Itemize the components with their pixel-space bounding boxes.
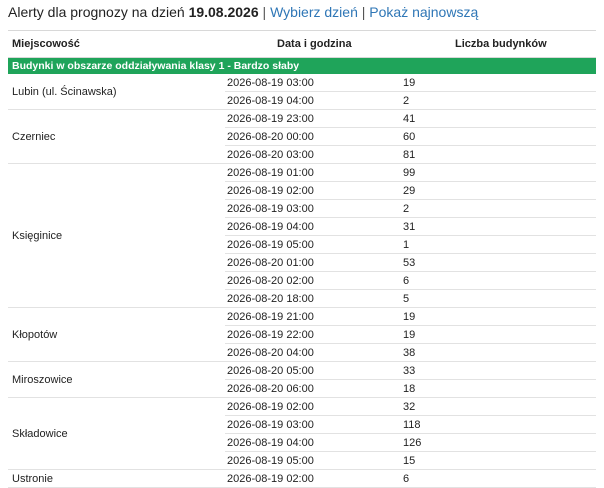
alerts-table: Miejscowość Data i godzina Liczba budynk… bbox=[8, 30, 596, 488]
separator: | bbox=[262, 4, 267, 20]
table-row: Składowice 2026-08-19 02:00 32 bbox=[8, 397, 596, 470]
choose-day-link[interactable]: Wybierz dzień bbox=[270, 4, 358, 20]
place-cell: Lubin (ul. Ścinawska) bbox=[8, 74, 225, 110]
table-row: Kłopotów 2026-08-19 21:00 19 bbox=[8, 307, 596, 362]
datetime-cell: 2026-08-19 04:00 bbox=[225, 91, 403, 110]
buildings-count-cell: 6 bbox=[403, 469, 596, 488]
table-row: Księginice 2026-08-19 01:00 99 bbox=[8, 163, 596, 308]
header-prefix: Alerty dla prognozy na dzień bbox=[8, 4, 185, 20]
table-row: Miroszowice 2026-08-20 05:00 33 bbox=[8, 361, 596, 398]
buildings-count-cell: 126 bbox=[403, 433, 596, 452]
buildings-count-cell: 32 bbox=[403, 397, 596, 416]
table-row: Czerniec 2026-08-19 23:00 41 bbox=[8, 109, 596, 164]
datetime-cell: 2026-08-19 03:00 bbox=[225, 74, 403, 92]
datetime-cell: 2026-08-20 01:00 bbox=[225, 253, 403, 272]
datetime-cell: 2026-08-20 00:00 bbox=[225, 127, 403, 146]
datetime-cell: 2026-08-20 05:00 bbox=[225, 361, 403, 380]
datetime-cell: 2026-08-19 02:00 bbox=[225, 181, 403, 200]
column-header-place: Miejscowość bbox=[8, 30, 225, 58]
table-row: Ustronie 2026-08-19 02:00 6 bbox=[8, 469, 596, 488]
class-row: Budynki w obszarze oddziaływania klasy 1… bbox=[8, 57, 596, 74]
buildings-count-cell: 5 bbox=[403, 289, 596, 308]
buildings-count-cell: 41 bbox=[403, 109, 596, 128]
datetime-cell: 2026-08-20 18:00 bbox=[225, 289, 403, 308]
buildings-count-cell: 15 bbox=[403, 451, 596, 470]
datetime-cell: 2026-08-20 06:00 bbox=[225, 379, 403, 398]
datetime-cell: 2026-08-19 01:00 bbox=[225, 163, 403, 182]
column-header-buildings: Liczba budynków bbox=[403, 30, 596, 58]
place-cell: Miroszowice bbox=[8, 361, 225, 398]
datetime-cell: 2026-08-20 04:00 bbox=[225, 343, 403, 362]
buildings-count-cell: 18 bbox=[403, 379, 596, 398]
table-row: Lubin (ul. Ścinawska) 2026-08-19 03:00 19 bbox=[8, 74, 596, 110]
datetime-cell: 2026-08-19 04:00 bbox=[225, 217, 403, 236]
place-cell: Ustronie bbox=[8, 469, 225, 488]
datetime-cell: 2026-08-19 05:00 bbox=[225, 451, 403, 470]
buildings-count-cell: 2 bbox=[403, 199, 596, 218]
place-cell: Księginice bbox=[8, 163, 225, 308]
datetime-cell: 2026-08-19 02:00 bbox=[225, 469, 403, 488]
table-body: Budynki w obszarze oddziaływania klasy 1… bbox=[8, 57, 596, 488]
datetime-cell: 2026-08-19 03:00 bbox=[225, 415, 403, 434]
buildings-count-cell: 99 bbox=[403, 163, 596, 182]
buildings-count-cell: 2 bbox=[403, 91, 596, 110]
datetime-cell: 2026-08-19 22:00 bbox=[225, 325, 403, 344]
page-header: Alerty dla prognozy na dzień 19.08.2026 … bbox=[8, 3, 478, 21]
buildings-count-cell: 60 bbox=[403, 127, 596, 146]
datetime-cell: 2026-08-19 04:00 bbox=[225, 433, 403, 452]
class-label: Budynki w obszarze oddziaływania klasy 1… bbox=[8, 57, 596, 74]
datetime-cell: 2026-08-20 02:00 bbox=[225, 271, 403, 290]
buildings-count-cell: 31 bbox=[403, 217, 596, 236]
buildings-count-cell: 118 bbox=[403, 415, 596, 434]
forecast-date: 19.08.2026 bbox=[188, 4, 259, 20]
place-cell: Kłopotów bbox=[8, 307, 225, 362]
buildings-count-cell: 33 bbox=[403, 361, 596, 380]
separator: | bbox=[361, 4, 366, 20]
buildings-count-cell: 6 bbox=[403, 271, 596, 290]
buildings-count-cell: 29 bbox=[403, 181, 596, 200]
datetime-cell: 2026-08-19 23:00 bbox=[225, 109, 403, 128]
buildings-count-cell: 19 bbox=[403, 307, 596, 326]
datetime-cell: 2026-08-19 03:00 bbox=[225, 199, 403, 218]
datetime-cell: 2026-08-19 05:00 bbox=[225, 235, 403, 254]
buildings-count-cell: 19 bbox=[403, 325, 596, 344]
show-latest-link[interactable]: Pokaż najnowszą bbox=[369, 4, 478, 20]
buildings-count-cell: 53 bbox=[403, 253, 596, 272]
buildings-count-cell: 19 bbox=[403, 74, 596, 92]
buildings-count-cell: 81 bbox=[403, 145, 596, 164]
place-cell: Czerniec bbox=[8, 109, 225, 164]
table-header-row: Miejscowość Data i godzina Liczba budynk… bbox=[8, 30, 596, 58]
buildings-count-cell: 1 bbox=[403, 235, 596, 254]
datetime-cell: 2026-08-20 03:00 bbox=[225, 145, 403, 164]
datetime-cell: 2026-08-19 21:00 bbox=[225, 307, 403, 326]
column-header-datetime: Data i godzina bbox=[225, 30, 403, 58]
place-cell: Składowice bbox=[8, 397, 225, 470]
datetime-cell: 2026-08-19 02:00 bbox=[225, 397, 403, 416]
buildings-count-cell: 38 bbox=[403, 343, 596, 362]
